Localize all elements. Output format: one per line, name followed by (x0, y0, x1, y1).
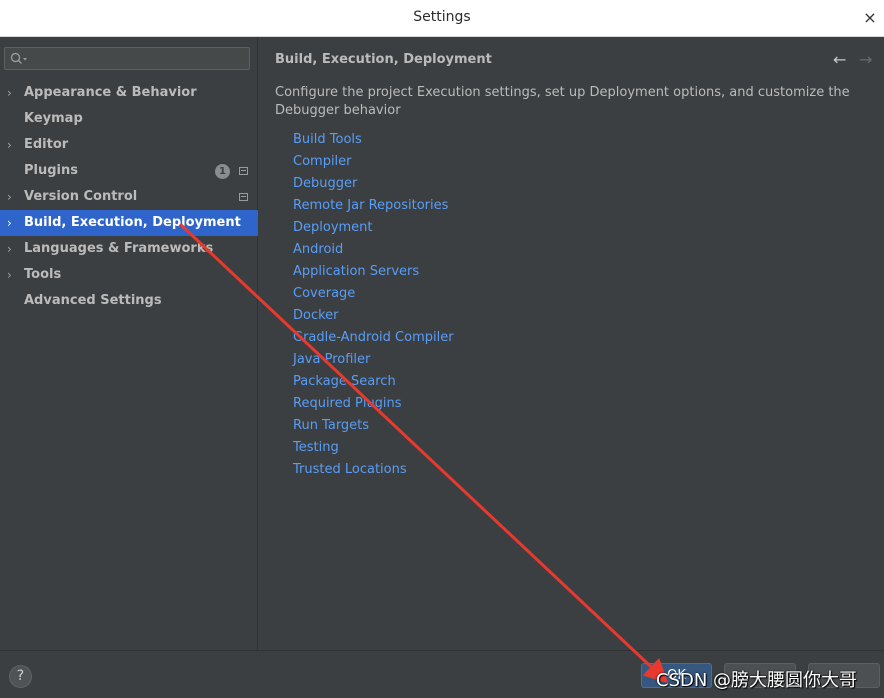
link-package-search[interactable]: Package Search (293, 373, 454, 395)
link-deployment[interactable]: Deployment (293, 219, 454, 241)
forward-arrow-icon[interactable]: → (859, 50, 877, 69)
sidebar-item-label: Languages & Frameworks (24, 241, 214, 256)
settings-sidebar: › Appearance & Behavior Keymap › Editor … (0, 37, 258, 650)
chevron-right-icon[interactable]: › (7, 236, 19, 262)
chevron-right-icon[interactable]: › (7, 132, 19, 158)
settings-content-panel: Build, Execution, Deployment ← → Configu… (259, 37, 884, 650)
sidebar-item-languages-frameworks[interactable]: › Languages & Frameworks (0, 236, 258, 262)
search-input[interactable] (4, 47, 250, 70)
sidebar-item-label: Advanced Settings (24, 293, 162, 308)
sidebar-item-label: Tools (24, 267, 62, 282)
chevron-right-icon[interactable]: › (7, 262, 19, 288)
sidebar-item-plugins[interactable]: Plugins 1 (0, 158, 258, 184)
sidebar-item-editor[interactable]: › Editor (0, 132, 258, 158)
sidebar-item-label: Appearance & Behavior (24, 85, 197, 100)
subpage-links: Build Tools Compiler Debugger Remote Jar… (293, 131, 454, 483)
sidebar-item-label: Keymap (24, 111, 83, 126)
page-description: Configure the project Execution settings… (275, 85, 850, 118)
link-build-tools[interactable]: Build Tools (293, 131, 454, 153)
project-level-icon (239, 167, 248, 175)
watermark-text: CSDN @膀大腰圆你大哥 (656, 670, 858, 691)
link-gradle-android-compiler[interactable]: Gradle-Android Compiler (293, 329, 454, 351)
chevron-right-icon[interactable]: › (7, 184, 19, 210)
project-level-icon (239, 193, 248, 201)
link-coverage[interactable]: Coverage (293, 285, 454, 307)
updates-count-badge: 1 (215, 164, 230, 179)
link-required-plugins[interactable]: Required Plugins (293, 395, 454, 417)
help-icon[interactable]: ? (9, 665, 32, 688)
link-application-servers[interactable]: Application Servers (293, 263, 454, 285)
link-android[interactable]: Android (293, 241, 454, 263)
sidebar-item-label: Version Control (24, 189, 138, 204)
back-arrow-icon[interactable]: ← (833, 50, 851, 69)
chevron-right-icon[interactable]: › (7, 80, 19, 106)
link-debugger[interactable]: Debugger (293, 175, 454, 197)
close-icon[interactable]: × (860, 8, 880, 28)
link-testing[interactable]: Testing (293, 439, 454, 461)
link-java-profiler[interactable]: Java Profiler (293, 351, 454, 373)
search-icon (10, 52, 27, 64)
sidebar-item-appearance-behavior[interactable]: › Appearance & Behavior (0, 80, 258, 106)
sidebar-item-build-execution-deployment[interactable]: › Build, Execution, Deployment (0, 210, 258, 236)
sidebar-item-tools[interactable]: › Tools (0, 262, 258, 288)
sidebar-item-label: Build, Execution, Deployment (24, 215, 241, 230)
settings-tree: › Appearance & Behavior Keymap › Editor … (0, 80, 258, 314)
page-title: Build, Execution, Deployment (275, 52, 492, 67)
link-trusted-locations[interactable]: Trusted Locations (293, 461, 454, 483)
sidebar-item-keymap[interactable]: Keymap (0, 106, 258, 132)
window-titlebar: Settings × (0, 0, 884, 37)
sidebar-item-label: Plugins (24, 163, 78, 178)
sidebar-item-advanced-settings[interactable]: Advanced Settings (0, 288, 258, 314)
link-remote-jar-repositories[interactable]: Remote Jar Repositories (293, 197, 454, 219)
link-compiler[interactable]: Compiler (293, 153, 454, 175)
link-run-targets[interactable]: Run Targets (293, 417, 454, 439)
sidebar-item-label: Editor (24, 137, 69, 152)
sidebar-item-version-control[interactable]: › Version Control (0, 184, 258, 210)
window-title: Settings (413, 9, 471, 25)
chevron-right-icon[interactable]: › (7, 210, 19, 236)
link-docker[interactable]: Docker (293, 307, 454, 329)
